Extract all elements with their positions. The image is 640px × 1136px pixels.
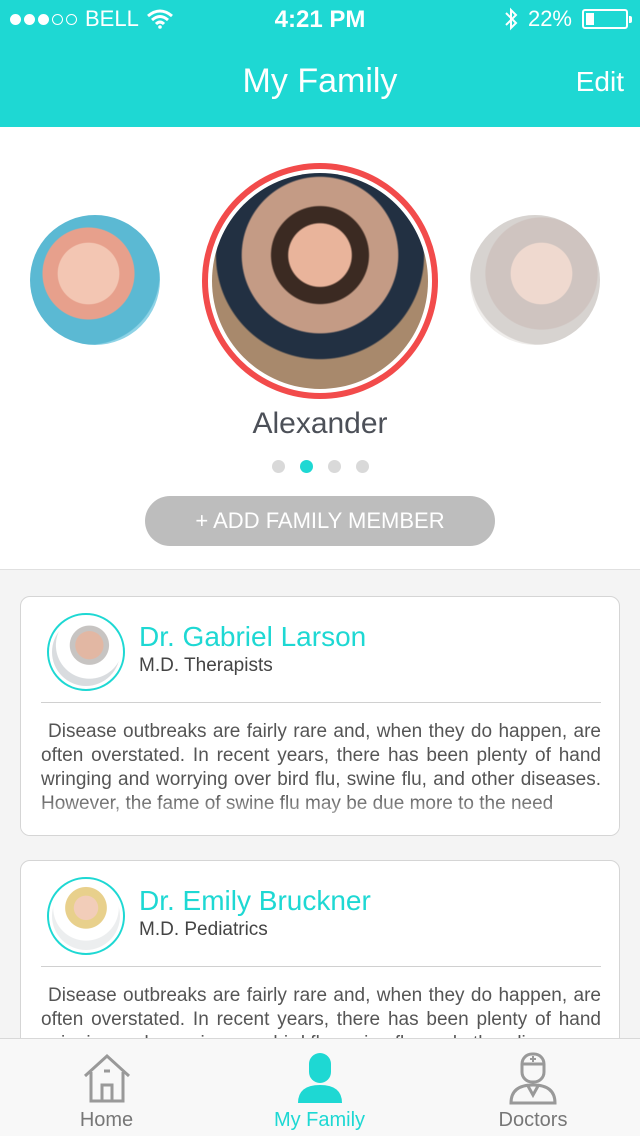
doctor-name[interactable]: Dr. Gabriel Larson xyxy=(139,621,366,653)
divider xyxy=(41,702,601,703)
doctor-avatar xyxy=(47,613,125,691)
battery-icon xyxy=(582,9,632,29)
person-icon xyxy=(297,1053,342,1103)
family-member-avatar-right[interactable] xyxy=(470,215,600,345)
doctor-specialty: M.D. Pediatrics xyxy=(139,919,268,940)
edit-button[interactable]: Edit xyxy=(576,66,624,98)
status-right: 22% xyxy=(504,6,632,32)
doctor-card[interactable]: Dr. Emily Bruckner M.D. Pediatrics Disea… xyxy=(20,860,620,1060)
add-family-member-button[interactable]: + ADD FAMILY MEMBER xyxy=(145,496,495,546)
doctor-avatar xyxy=(47,877,125,955)
tab-my-family[interactable]: My Family xyxy=(213,1039,426,1136)
divider xyxy=(41,966,601,967)
home-icon xyxy=(83,1053,130,1103)
tab-doctors[interactable]: Doctors xyxy=(426,1039,640,1136)
battery-percent: 22% xyxy=(527,6,572,31)
status-bar: BELL 4:21 PM 22% xyxy=(0,0,640,40)
tab-label: Doctors xyxy=(498,1109,568,1131)
family-member-avatar-selected[interactable] xyxy=(212,173,428,389)
doctor-icon xyxy=(509,1052,557,1105)
bluetooth-icon xyxy=(505,7,518,31)
tab-label: My Family xyxy=(273,1109,366,1131)
page-dot[interactable] xyxy=(271,460,285,473)
page-dot-active[interactable] xyxy=(299,460,313,473)
doctor-specialty: M.D. Therapists xyxy=(139,655,273,676)
tab-home[interactable]: Home xyxy=(0,1039,213,1136)
doctor-card[interactable]: Dr. Gabriel Larson M.D. Therapists Disea… xyxy=(20,596,620,836)
page-dot[interactable] xyxy=(327,460,341,473)
selected-member-name: Alexander xyxy=(252,407,388,440)
tab-label: Home xyxy=(79,1109,134,1131)
page-title: My Family xyxy=(242,62,398,100)
tab-bar: Home My Family Doctors xyxy=(0,1038,640,1136)
top-bar: BELL 4:21 PM 22% My Family Edit xyxy=(0,0,640,127)
page-indicator[interactable] xyxy=(0,460,640,473)
doctor-name[interactable]: Dr. Emily Bruckner xyxy=(139,885,371,917)
text-fade xyxy=(21,795,619,835)
family-member-avatar-left[interactable] xyxy=(30,215,160,345)
page-dot[interactable] xyxy=(355,460,369,473)
family-carousel: Alexander + ADD FAMILY MEMBER xyxy=(0,127,640,570)
